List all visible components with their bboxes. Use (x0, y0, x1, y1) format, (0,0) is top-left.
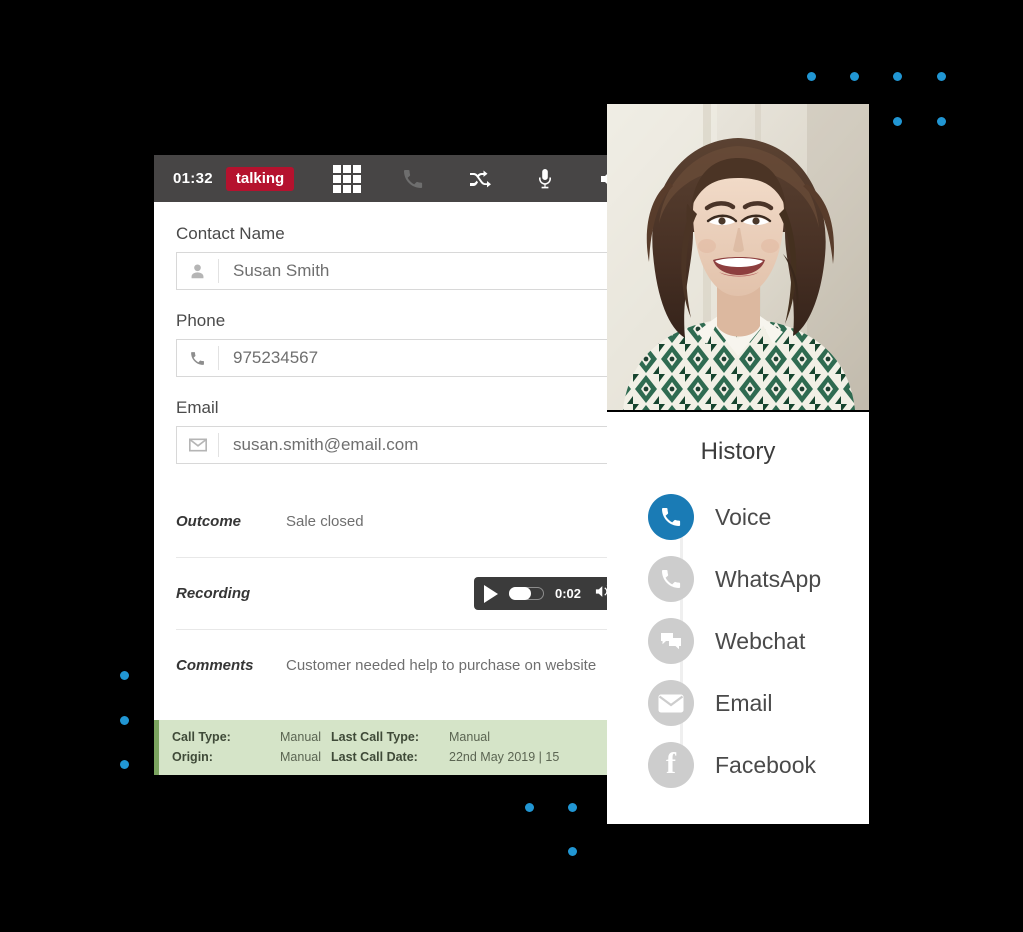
history-item-label: Facebook (715, 751, 817, 778)
history-title: History (700, 438, 776, 465)
outcome-row: Outcome Sale closed (176, 485, 607, 557)
contact-name-input[interactable] (219, 261, 607, 281)
call-type-value: Manual (280, 729, 321, 744)
call-metadata-bar: Call Type: Manual Origin: Manual Last Ca… (154, 720, 607, 775)
phone-field-group: Phone (176, 311, 607, 377)
call-timer: 01:32 (173, 170, 213, 187)
comments-label: Comments (176, 657, 254, 674)
contact-name-input-wrapper[interactable] (176, 252, 607, 290)
status-badge: talking (225, 166, 295, 191)
phone-icon (648, 494, 694, 540)
contact-name-field-group: Contact Name (176, 224, 607, 290)
outcome-value: Sale closed (286, 512, 364, 530)
history-item-label: WhatsApp (715, 565, 822, 592)
outcome-label: Outcome (176, 512, 242, 530)
decorative-dot (850, 72, 859, 81)
meta-row: Call Type: Manual (172, 729, 321, 745)
decorative-dot (893, 117, 902, 126)
phone-label: Phone (176, 311, 226, 330)
decorative-dot (807, 72, 816, 81)
envelope-icon (648, 680, 694, 726)
play-icon[interactable] (483, 584, 498, 603)
recording-row: Recording 0:02 (176, 557, 607, 629)
phone-input-wrapper[interactable] (176, 339, 607, 377)
history-item-facebook[interactable]: f Facebook (648, 734, 869, 796)
decorative-dot (893, 72, 902, 81)
contact-photo (607, 104, 869, 410)
user-icon (177, 259, 219, 283)
microphone-icon[interactable] (530, 164, 560, 194)
history-item-label: Email (715, 689, 773, 716)
toolbar-icon-group (332, 164, 607, 194)
history-item-label: Webchat (715, 627, 806, 654)
comments-value: Customer needed help to purchase on webs… (286, 657, 597, 674)
history-channel-list: Voice WhatsApp Webchat Email f Facebook (607, 486, 869, 796)
decorative-dot (937, 72, 946, 81)
history-item-email[interactable]: Email (648, 672, 869, 734)
meta-row: Last Call Date: 22nd May 2019 | 15 (331, 749, 560, 765)
call-control-toolbar: 01:32 talking (154, 155, 607, 202)
decorative-dot (525, 803, 534, 812)
phone-icon (648, 556, 694, 602)
chat-bubbles-icon (648, 618, 694, 664)
decorative-dot (120, 716, 129, 725)
phone-input[interactable] (219, 348, 607, 368)
decorative-dot (937, 117, 946, 126)
call-meta-column-right: Last Call Type: Manual Last Call Date: 2… (331, 729, 560, 765)
meta-row: Last Call Type: Manual (331, 729, 559, 745)
phone-icon[interactable] (398, 164, 428, 194)
history-item-label: Voice (715, 503, 772, 530)
origin-label: Origin: (172, 749, 213, 764)
audio-progress-slider[interactable] (508, 587, 544, 600)
origin-value: Manual (280, 749, 321, 764)
meta-row: Origin: Manual (172, 749, 321, 765)
decorative-dot (120, 671, 129, 680)
decorative-dot (120, 760, 129, 769)
contact-form: Contact Name Phone (154, 202, 607, 701)
last-call-date-label: Last Call Date: (331, 749, 418, 764)
envelope-icon (177, 433, 219, 457)
history-item-webchat[interactable]: Webchat (648, 610, 869, 672)
facebook-f-glyph: f (666, 747, 676, 780)
transfer-icon[interactable] (464, 164, 494, 194)
history-item-whatsapp[interactable]: WhatsApp (648, 548, 869, 610)
audio-time-label: 0:02 (554, 586, 581, 601)
speaker-icon[interactable] (596, 164, 607, 194)
call-meta-column-left: Call Type: Manual Origin: Manual (172, 729, 321, 765)
last-call-type-label: Last Call Type: (331, 729, 419, 744)
contact-detail-card: 01:32 talking Contact Name Susan Smith P… (154, 155, 607, 775)
last-call-type-value: Manual (449, 729, 490, 744)
screenshot-stage: 01:32 talking Contact Name Susan Smith P… (0, 0, 1023, 932)
speaker-icon[interactable] (592, 583, 607, 605)
contact-name-label: Contact Name (176, 224, 285, 243)
keypad-icon[interactable] (332, 164, 362, 194)
email-input-wrapper[interactable] (176, 426, 607, 464)
last-call-date-value: 22nd May 2019 | 15 (449, 749, 560, 764)
keypad-grid-shape (333, 164, 362, 193)
contact-photo-illustration (607, 104, 869, 410)
call-type-label: Call Type: (172, 729, 231, 744)
history-panel: History Voice WhatsApp Webchat Email f F… (607, 412, 869, 824)
decorative-dot (568, 847, 577, 856)
audio-player[interactable]: 0:02 (473, 577, 607, 610)
recording-label: Recording (176, 585, 251, 602)
email-label: Email (176, 398, 219, 417)
comments-row: Comments Customer needed help to purchas… (176, 629, 607, 701)
decorative-dot (568, 803, 577, 812)
phone-icon (177, 346, 219, 370)
email-field-group: Email (176, 398, 607, 464)
email-input[interactable] (219, 435, 607, 455)
facebook-icon: f (648, 742, 694, 788)
history-item-voice[interactable]: Voice (648, 486, 869, 548)
